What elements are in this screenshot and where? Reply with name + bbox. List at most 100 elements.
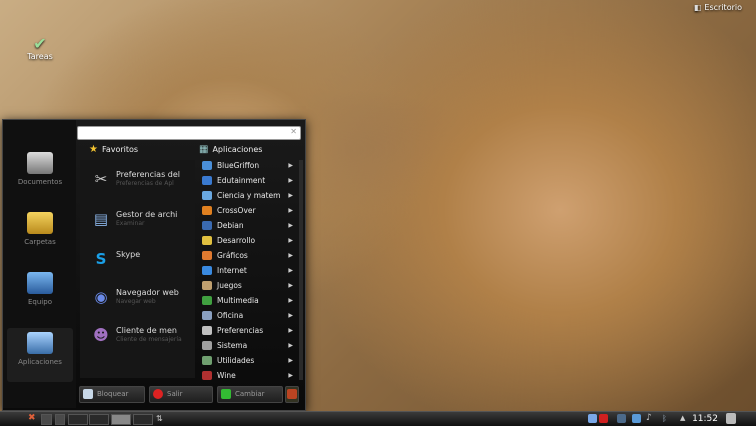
app-category-item[interactable]: Oficina ▶ (197, 308, 297, 323)
clock[interactable]: 11:52 (692, 412, 718, 426)
app-category-item[interactable]: Ciencia y matem ▶ (197, 188, 297, 203)
start-menu-icon[interactable]: ✖ (28, 413, 36, 424)
volume-icon[interactable]: ♪ (646, 413, 652, 424)
place-equipo[interactable]: Equipo (7, 272, 73, 306)
favorites-header[interactable]: ★ Favoritos (89, 143, 138, 156)
app-category-item[interactable]: Gráficos ▶ (197, 248, 297, 263)
app-category-item[interactable]: Wine ▶ (197, 368, 297, 383)
category-icon (202, 176, 212, 185)
category-label: Preferencias (217, 326, 264, 335)
submenu-arrow-icon: ▶ (288, 207, 293, 214)
app-category-item[interactable]: Preferencias ▶ (197, 323, 297, 338)
category-label: Juegos (217, 281, 242, 290)
applications-header[interactable]: ▦ Aplicaciones (199, 143, 262, 156)
submenu-arrow-icon: ▶ (288, 297, 293, 304)
favorite-title: Skype (116, 250, 141, 259)
tray-expand-icon[interactable]: ▲ (680, 413, 685, 424)
show-desktop-icon[interactable] (41, 414, 52, 425)
category-label: BlueGriffon (217, 161, 260, 170)
applications-icon (27, 332, 53, 354)
bluetooth-icon[interactable]: ᛒ (662, 413, 667, 424)
workspace-4[interactable] (133, 414, 153, 425)
app-category-item[interactable]: BlueGriffon ▶ (197, 158, 297, 173)
favorite-preferencias[interactable]: ✂ Preferencias del Preferencias de Apl (92, 168, 192, 198)
messenger-icon: ☻ (93, 326, 109, 344)
app-category-item[interactable]: CrossOver ▶ (197, 203, 297, 218)
switch-user-icon (221, 389, 231, 399)
menu-scrollbar[interactable] (299, 160, 303, 380)
category-label: Debian (217, 221, 244, 230)
category-label: Desarrollo (217, 236, 256, 245)
update-icon[interactable] (588, 414, 597, 423)
search-input[interactable]: ✕ (77, 126, 301, 140)
checkmark-icon: ✔ (33, 34, 47, 53)
info-icon[interactable] (617, 414, 626, 423)
app-category-item[interactable]: Edutainment ▶ (197, 173, 297, 188)
app-category-item[interactable]: Sistema ▶ (197, 338, 297, 353)
power-tray-icon[interactable] (599, 414, 608, 423)
category-label: CrossOver (217, 206, 256, 215)
shutdown-icon (287, 389, 297, 399)
app-category-item[interactable]: Desarrollo ▶ (197, 233, 297, 248)
computer-icon (27, 272, 53, 294)
category-icon (202, 191, 212, 200)
category-icon (202, 281, 212, 290)
app-category-item[interactable]: Utilidades ▶ (197, 353, 297, 368)
favorite-navegador-web[interactable]: ◉ Navegador web Navegar web (92, 286, 192, 316)
app-category-item[interactable]: Internet ▶ (197, 263, 297, 278)
places-sidebar: Documentos Carpetas Equipo Aplicaciones (3, 120, 76, 408)
category-icon (202, 266, 212, 275)
app-category-item[interactable]: Multimedia ▶ (197, 293, 297, 308)
favorite-subtitle: Examinar (116, 220, 145, 227)
favorites-list: ✂ Preferencias del Preferencias de Apl ▤… (80, 160, 195, 378)
lock-label: Bloquear (97, 390, 129, 398)
favorite-skype[interactable]: S Skype (92, 248, 192, 278)
terminal-icon[interactable] (55, 414, 65, 425)
submenu-arrow-icon: ▶ (288, 192, 293, 199)
switch-user-button[interactable]: Cambiar (217, 386, 283, 403)
submenu-arrow-icon: ▶ (288, 372, 293, 379)
star-icon: ★ (89, 144, 98, 155)
category-icon (202, 236, 212, 245)
lock-button[interactable]: Bloquear (79, 386, 145, 403)
submenu-arrow-icon: ▶ (288, 312, 293, 319)
printer-icon (27, 152, 53, 174)
favorite-gestor-archivos[interactable]: ▤ Gestor de archi Examinar (92, 208, 192, 238)
category-icon (202, 161, 212, 170)
clear-search-icon[interactable]: ✕ (290, 127, 297, 136)
place-documentos[interactable]: Documentos (7, 152, 73, 186)
submenu-arrow-icon: ▶ (288, 342, 293, 349)
category-icon (202, 356, 212, 365)
place-carpetas[interactable]: Carpetas (7, 212, 73, 246)
favorites-header-label: Favoritos (101, 145, 139, 154)
category-label: Sistema (217, 341, 248, 350)
folder-icon (27, 212, 53, 234)
session-buttons: Bloquear Salir Cambiar (77, 386, 303, 404)
favorite-title: Gestor de archi (116, 210, 178, 219)
category-icon (202, 311, 212, 320)
file-manager-icon: ▤ (93, 210, 109, 228)
workspace-3[interactable] (111, 414, 131, 425)
tools-icon: ✂ (94, 170, 108, 188)
start-menu: Documentos Carpetas Equipo Aplicaciones … (2, 119, 306, 411)
switch-label: Cambiar (235, 390, 265, 398)
desktop-icon-tareas[interactable]: ✔ Tareas (20, 34, 60, 62)
applications-header-label: Aplicaciones (212, 145, 263, 154)
favorite-cliente-mensajeria[interactable]: ☻ Cliente de men Cliente de mensajería (92, 324, 192, 354)
place-aplicaciones[interactable]: Aplicaciones (7, 328, 73, 382)
shutdown-button[interactable] (285, 386, 299, 403)
submenu-arrow-icon: ▶ (288, 267, 293, 274)
favorite-title: Navegador web (116, 288, 179, 297)
favorite-title: Preferencias del (116, 170, 181, 179)
network-icon[interactable]: ⇅ (156, 413, 163, 424)
dropbox-icon[interactable] (632, 414, 641, 423)
category-icon (202, 371, 212, 380)
submenu-arrow-icon: ▶ (288, 282, 293, 289)
desktop-switch-escritorio[interactable]: ◧ Escritorio (694, 3, 742, 12)
app-category-item[interactable]: Debian ▶ (197, 218, 297, 233)
workspace-1[interactable] (68, 414, 88, 425)
app-category-item[interactable]: Juegos ▶ (197, 278, 297, 293)
workspace-2[interactable] (89, 414, 109, 425)
notes-icon[interactable] (726, 413, 736, 424)
logout-button[interactable]: Salir (149, 386, 213, 403)
